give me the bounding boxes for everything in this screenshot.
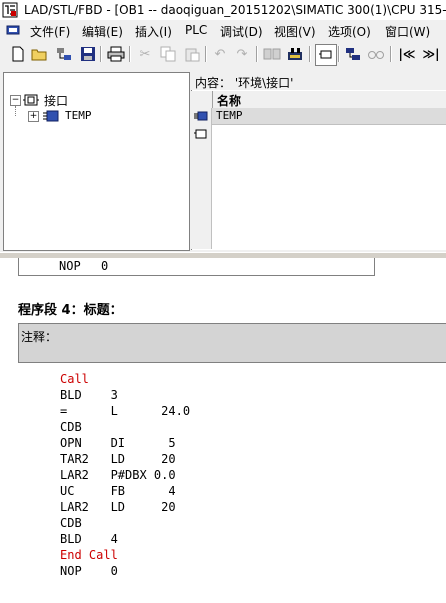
code-line[interactable]: LAR2 P#DBX 0.0 <box>60 467 176 483</box>
code-line[interactable]: = L 24.0 <box>60 403 190 419</box>
new-icon[interactable] <box>8 44 28 64</box>
download-icon[interactable] <box>262 44 282 64</box>
menu-edit[interactable]: 编辑(E) <box>82 23 123 40</box>
toolbar-separator <box>256 46 258 62</box>
window-title: LAD/STL/FBD - [OB1 -- daoqiguan_20151202… <box>24 3 446 17</box>
menu-insert[interactable]: 插入(I) <box>135 23 172 40</box>
temp-var-icon <box>43 110 59 122</box>
glasses-icon[interactable] <box>366 44 386 64</box>
code-line[interactable]: Call <box>60 371 89 387</box>
toolbar: ✂ ↶ ↷ |≪ ≫| <box>0 40 446 69</box>
code-line[interactable]: CDB <box>60 515 82 531</box>
cut-icon[interactable]: ✂ <box>135 44 155 64</box>
save-icon[interactable] <box>78 44 98 64</box>
temp-var-row-icon <box>194 111 208 121</box>
network-icon[interactable] <box>54 44 74 64</box>
interface-icon[interactable] <box>315 44 337 66</box>
prev-arg: 0 <box>101 259 109 273</box>
tree-connector <box>15 106 16 116</box>
print-icon[interactable] <box>106 44 126 64</box>
expand-toggle[interactable]: + <box>28 111 39 122</box>
network-view-icon[interactable] <box>343 44 363 64</box>
prev-op: NOP <box>59 259 81 273</box>
code-line[interactable]: CDB <box>60 419 82 435</box>
column-divider <box>212 91 213 108</box>
comment-label: 注释： <box>21 330 58 344</box>
code-line[interactable]: NOP 0 <box>60 563 118 579</box>
menu-options[interactable]: 选项(O) <box>328 23 371 40</box>
network-title[interactable]: 程序段 4：标题： <box>18 299 123 318</box>
code-line[interactable]: UC FB 4 <box>60 483 176 499</box>
tree-child-label[interactable]: TEMP <box>65 109 92 122</box>
code-line[interactable]: BLD 4 <box>60 531 118 547</box>
monitor-icon[interactable] <box>285 44 305 64</box>
code-line[interactable]: LAR2 LD 20 <box>60 499 176 515</box>
stl-code-lines[interactable]: Call BLD 3 = L 24.0 CDB OPN DI 5 TAR2 LD 20 LA… <box>60 371 440 591</box>
menu-debug[interactable]: 调试(D) <box>220 23 263 40</box>
content-path-label: 内容： '环境\接口' <box>195 76 294 90</box>
row-gutter <box>191 108 212 249</box>
app-icon <box>2 2 18 18</box>
toolbar-separator <box>100 46 102 62</box>
content-label-row: 内容： '环境\接口' <box>191 72 446 90</box>
paste-icon[interactable] <box>182 44 202 64</box>
menu-bar: 文件(F) 编辑(E) 插入(I) PLC 调试(D) 视图(V) 选项(O) … <box>0 20 446 40</box>
collapse-toggle[interactable]: − <box>10 95 21 106</box>
previous-network-box: NOP 0 <box>18 258 375 276</box>
tree-root-label[interactable]: 接口 <box>44 92 69 109</box>
toolbar-separator <box>205 46 207 62</box>
code-line[interactable]: TAR2 LD 20 <box>60 451 176 467</box>
title-bar: LAD/STL/FBD - [OB1 -- daoqiguan_20151202… <box>0 0 446 21</box>
copy-icon[interactable] <box>158 44 178 64</box>
toolbar-separator <box>309 46 311 62</box>
comment-box[interactable]: 注释： <box>18 323 446 363</box>
table-cell-name[interactable]: TEMP <box>216 109 243 122</box>
interface-icon <box>23 94 39 106</box>
menu-plc[interactable]: PLC <box>185 23 207 37</box>
menu-window[interactable]: 窗口(W) <box>385 23 430 40</box>
code-line[interactable]: BLD 3 <box>60 387 118 403</box>
menu-file[interactable]: 文件(F) <box>30 23 70 40</box>
menu-view[interactable]: 视图(V) <box>274 23 316 40</box>
interface-tree[interactable]: − 接口 + TEMP <box>3 72 190 251</box>
code-line[interactable]: OPN DI 5 <box>60 435 176 451</box>
code-line[interactable]: End Call <box>60 547 118 563</box>
toolbar-separator <box>338 46 340 62</box>
undo-icon[interactable]: ↶ <box>210 44 230 64</box>
redo-icon[interactable]: ↷ <box>232 44 252 64</box>
table-header: 名称 <box>191 91 446 109</box>
next-icon[interactable]: ≫| <box>420 44 442 64</box>
new-row-icon[interactable] <box>194 128 208 140</box>
toolbar-separator <box>129 46 131 62</box>
open-icon[interactable] <box>30 44 50 64</box>
table-row[interactable]: TEMP <box>212 108 446 125</box>
first-icon[interactable]: |≪ <box>396 44 418 64</box>
doc-menu-icon[interactable] <box>6 24 20 36</box>
column-header-name[interactable]: 名称 <box>217 92 241 109</box>
toolbar-separator <box>390 46 392 62</box>
